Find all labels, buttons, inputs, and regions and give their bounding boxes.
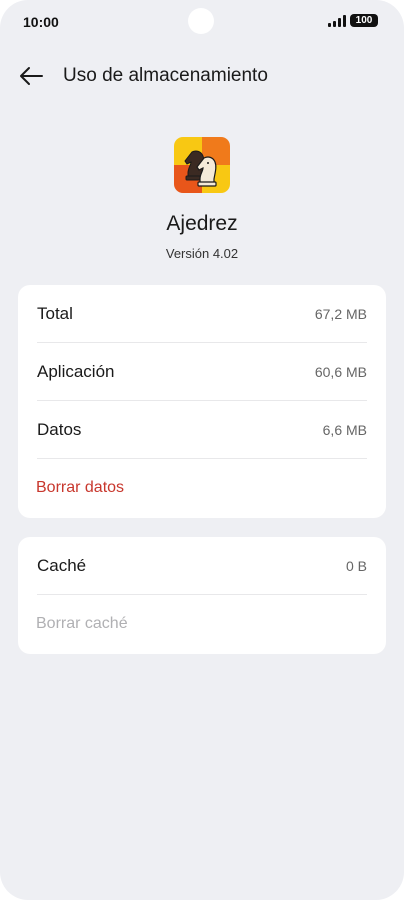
clear-cache-row: Borrar caché — [18, 595, 386, 653]
back-button[interactable] — [14, 60, 48, 92]
storage-row-total: Total 67,2 MB — [18, 285, 386, 343]
row-label: Datos — [37, 420, 82, 439]
camera-cutout — [188, 8, 214, 34]
status-bar: 10:00 100 — [0, 0, 404, 44]
row-label: Aplicación — [37, 362, 115, 381]
header: Uso de almacenamiento — [0, 56, 404, 96]
row-value: 67,2 MB — [314, 306, 367, 322]
storage-row-data: Datos 6,6 MB — [18, 401, 386, 459]
cache-card: Caché 0 B Borrar caché — [18, 537, 386, 654]
page-title: Uso de almacenamiento — [63, 65, 268, 86]
app-version: Versión 4.02 — [165, 246, 239, 261]
battery-icon: 100 — [350, 14, 378, 27]
phone-screen: 10:00 100 Uso de almacenamiento Ajedrez … — [0, 0, 404, 900]
arrow-left-icon — [20, 67, 43, 85]
cache-row: Caché 0 B — [18, 537, 386, 595]
clear-data-button[interactable]: Borrar datos — [36, 479, 124, 497]
clear-data-row: Borrar datos — [18, 459, 386, 517]
clear-cache-button[interactable]: Borrar caché — [36, 615, 128, 633]
signal-bars-icon — [328, 14, 346, 27]
storage-card: Total 67,2 MB Aplicación 60,6 MB Datos 6… — [18, 285, 386, 518]
status-indicators: 100 — [328, 14, 378, 27]
status-time: 10:00 — [23, 14, 59, 30]
row-label: Caché — [37, 556, 87, 575]
row-label: Total — [37, 304, 73, 323]
storage-row-app: Aplicación 60,6 MB — [18, 343, 386, 401]
row-value: 0 B — [345, 558, 367, 574]
app-name: Ajedrez — [166, 212, 238, 235]
row-value: 60,6 MB — [314, 364, 367, 380]
row-value: 6,6 MB — [322, 422, 367, 438]
chess-knights-icon — [174, 137, 230, 193]
